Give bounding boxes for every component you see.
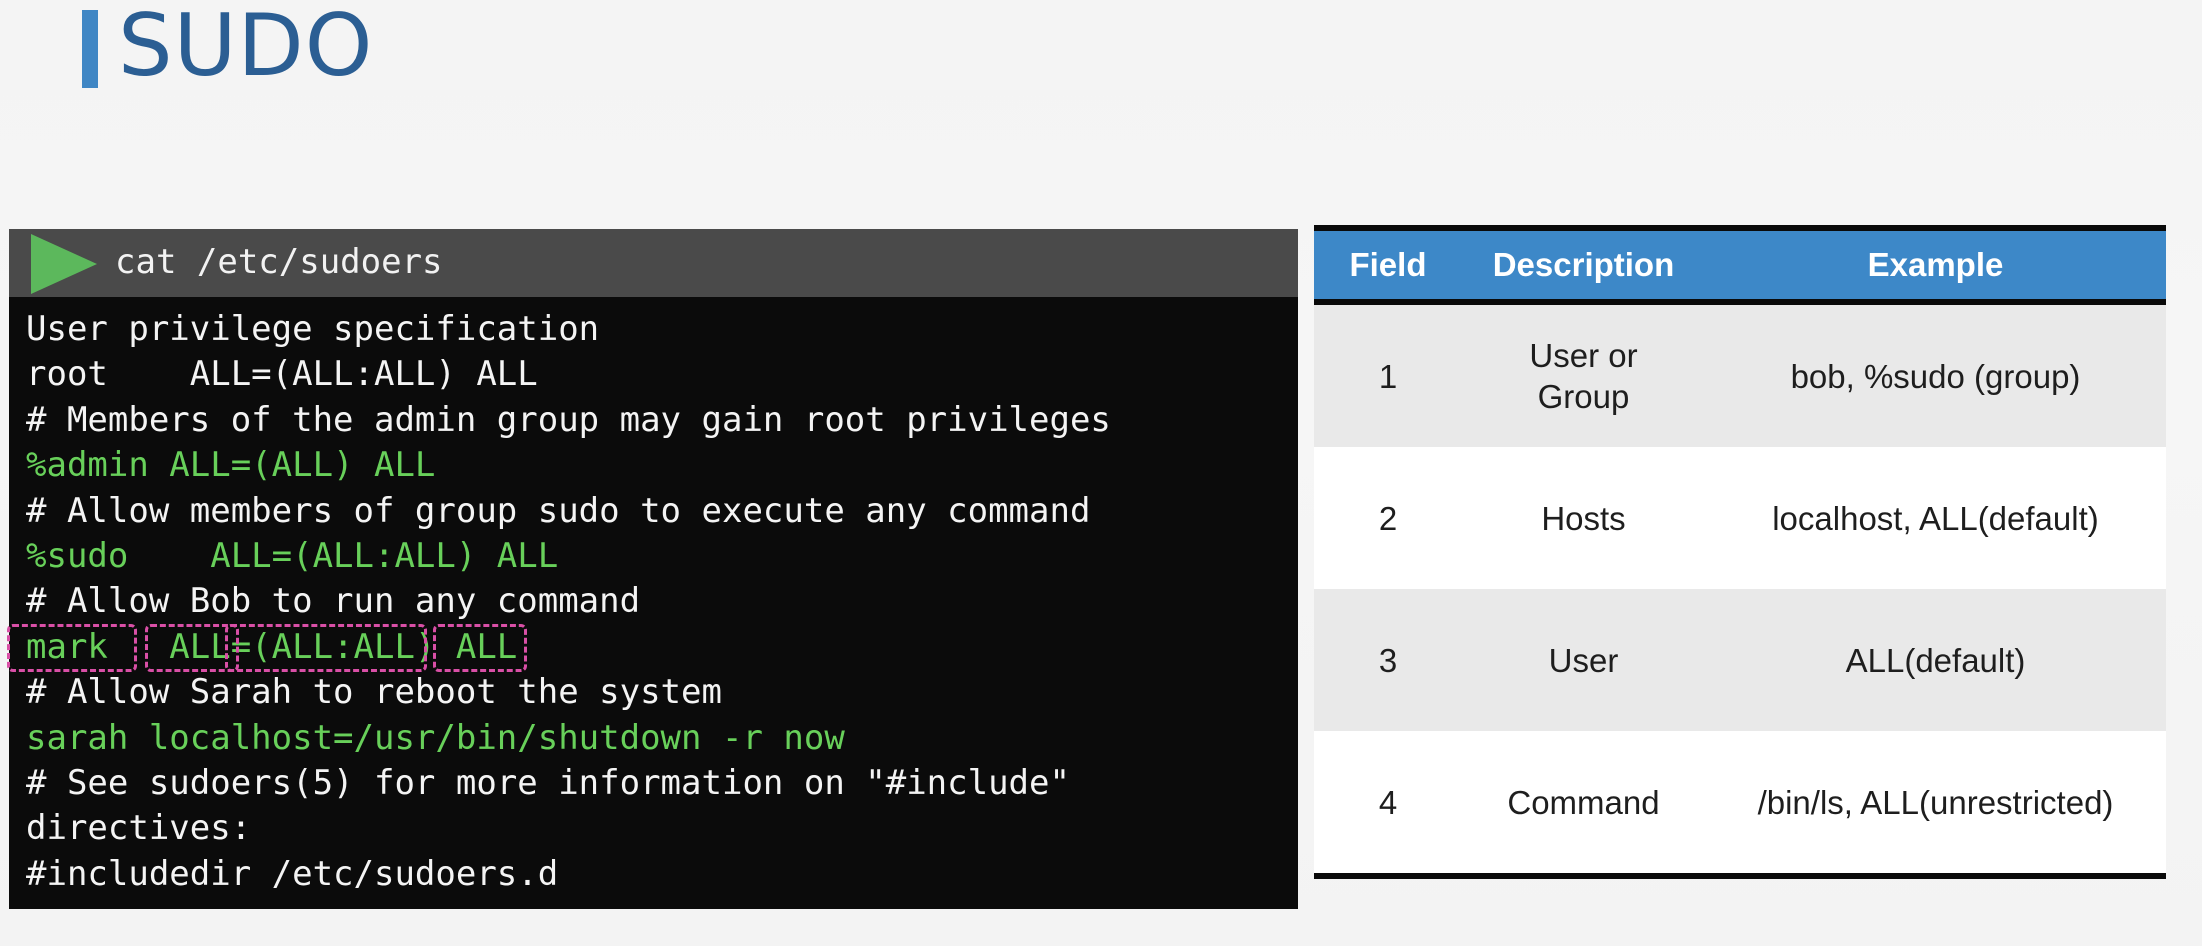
title-accent-bar bbox=[82, 10, 98, 88]
field-cell: 3 bbox=[1378, 641, 1398, 679]
example-cell: /bin/ls, ALL(unrestricted) bbox=[1757, 783, 2114, 821]
table-row: 2 Hosts localhost, ALL(default) bbox=[1314, 447, 2166, 589]
field-cell: 1 bbox=[1378, 357, 1398, 395]
table-row: 3 User ALL(default) bbox=[1314, 589, 2166, 731]
table-bottom-rule bbox=[1314, 873, 2166, 879]
column-header-field: Field bbox=[1349, 246, 1427, 283]
terminal-line: %admin ALL=(ALL) ALL bbox=[26, 445, 436, 486]
field-cell: 2 bbox=[1378, 499, 1398, 537]
terminal-line: root ALL=(ALL:ALL) ALL bbox=[26, 354, 538, 395]
terminal-line: User privilege specification bbox=[26, 309, 600, 349]
column-header-example: Example bbox=[1867, 246, 2004, 283]
terminal-line: # Allow Sarah to reboot the system bbox=[26, 672, 722, 713]
example-cell: localhost, ALL(default) bbox=[1772, 499, 2099, 537]
terminal-line: sarah localhost=/usr/bin/shutdown -r now bbox=[26, 717, 845, 758]
terminal-header: cat /etc/sudoers bbox=[9, 229, 1298, 297]
terminal-line-highlighted: mark ALL=(ALL:ALL) ALL bbox=[26, 626, 518, 667]
terminal-line: %sudo ALL=(ALL:ALL) ALL bbox=[26, 535, 559, 576]
terminal-line: # Members of the admin group may gain ro… bbox=[26, 399, 1111, 440]
terminal-window: cat /etc/sudoers User privilege specific… bbox=[9, 229, 1298, 909]
description-cell: Command bbox=[1507, 783, 1660, 821]
example-cell: ALL(default) bbox=[1845, 641, 2026, 679]
example-cell: bob, %sudo (group) bbox=[1790, 357, 2081, 395]
play-icon bbox=[31, 234, 97, 294]
table-row: 4 Command /bin/ls, ALL(unrestricted) bbox=[1314, 731, 2166, 873]
slide-title: SUDO bbox=[118, 0, 374, 96]
terminal-command: cat /etc/sudoers bbox=[115, 242, 443, 282]
terminal-line: # Allow Bob to run any command bbox=[26, 581, 641, 622]
terminal-output: User privilege specification root ALL=(A… bbox=[26, 307, 1286, 897]
column-header-description: Description bbox=[1492, 246, 1675, 283]
table-header-row: Field Description Example bbox=[1314, 231, 2166, 305]
terminal-line: # Allow members of group sudo to execute… bbox=[26, 490, 1091, 531]
description-text: User or Group bbox=[1529, 337, 1638, 415]
description-cell: User bbox=[1548, 641, 1619, 679]
terminal-line: # See sudoers(5) for more information on… bbox=[26, 762, 1070, 803]
description-cell: Hosts bbox=[1541, 499, 1626, 537]
table-row: 1 User or Group bob, %sudo (group) bbox=[1314, 305, 2166, 447]
description-cell: User or Group bbox=[1462, 305, 1705, 447]
terminal-line: directives: bbox=[26, 808, 252, 849]
field-cell: 4 bbox=[1378, 783, 1398, 821]
sudoers-fields-table: Field Description Example 1 User or Grou… bbox=[1314, 225, 2166, 879]
terminal-line: #includedir /etc/sudoers.d bbox=[26, 853, 559, 894]
